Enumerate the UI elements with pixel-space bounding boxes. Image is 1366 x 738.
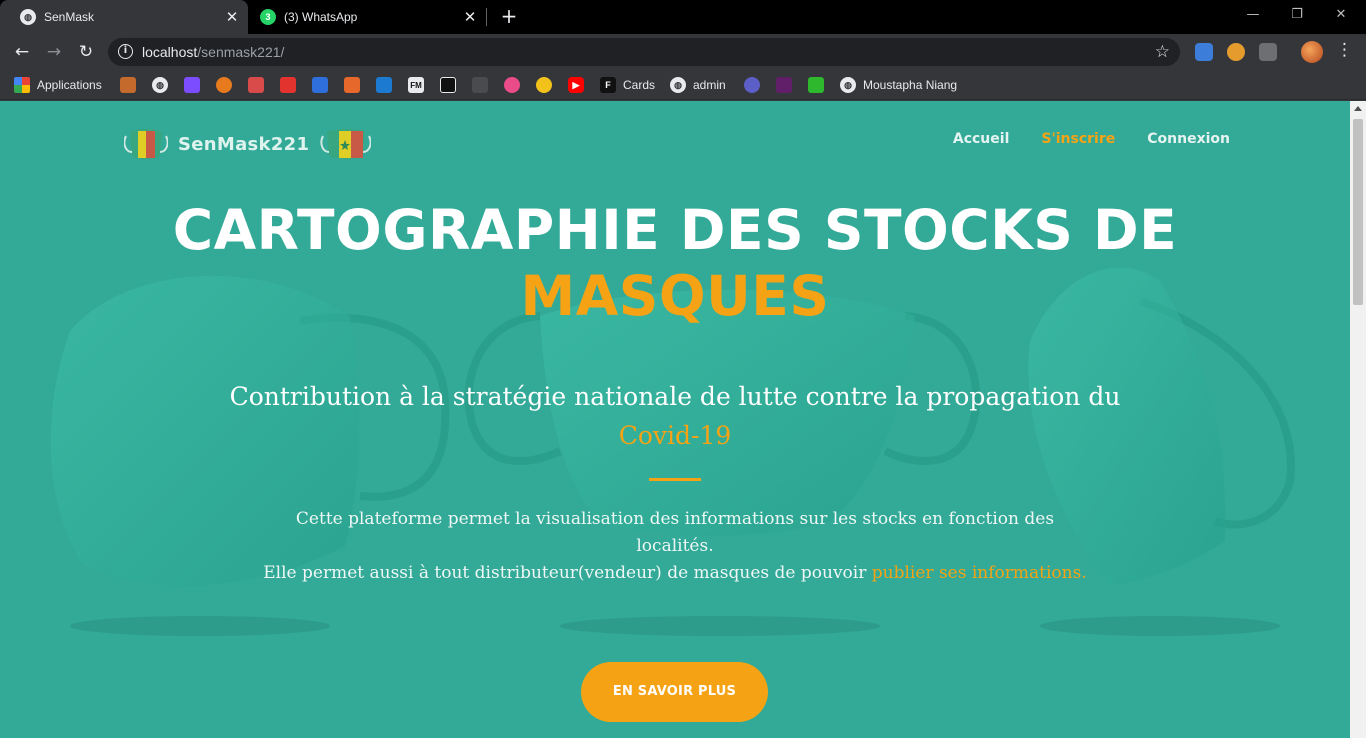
url-text: localhost/senmask221/ <box>142 44 285 60</box>
bookmark-icon <box>312 77 328 93</box>
bookmark-icon <box>472 77 488 93</box>
slack-icon <box>776 77 792 93</box>
extension-icon[interactable] <box>1195 43 1213 61</box>
bookmark-item[interactable] <box>776 76 792 94</box>
fm-icon: FM <box>408 77 424 93</box>
bookmark-icon <box>344 77 360 93</box>
globe-icon: ◍ <box>152 77 168 93</box>
tab-title: SenMask <box>44 10 95 24</box>
tab-senmask[interactable]: ◍ SenMask ✕ <box>0 0 248 34</box>
extension-icon[interactable] <box>1259 43 1277 61</box>
publish-link[interactable]: publier ses informations. <box>872 563 1087 583</box>
bookmark-item[interactable]: ◍ <box>152 76 168 94</box>
bookmark-icon <box>808 77 824 93</box>
whatsapp-icon: 3 <box>260 9 276 25</box>
avatar[interactable] <box>1301 41 1323 63</box>
bookmark-item[interactable] <box>184 76 200 94</box>
scrollbar-thumb[interactable] <box>1353 119 1363 305</box>
subtitle-accent: Covid-19 <box>618 421 732 450</box>
bookmark-item[interactable] <box>280 76 296 94</box>
hero-subtitle: Contribution à la stratégie nationale de… <box>200 377 1150 455</box>
bookmark-cards[interactable]: F Cards <box>600 76 655 94</box>
main-nav: Accueil S'inscrire Connexion <box>921 131 1230 147</box>
dribbble-icon <box>504 77 520 93</box>
close-icon[interactable]: ✕ <box>458 8 482 26</box>
bookmark-icon <box>184 77 200 93</box>
hero-title-accent: MASQUES <box>520 264 830 328</box>
page-scrollbar[interactable] <box>1350 101 1366 738</box>
forward-button[interactable]: → <box>42 40 66 64</box>
browser-toolbar: ← → ↻ i localhost/senmask221/ ☆ ⋮ <box>0 34 1366 70</box>
bookmark-item[interactable]: ▶ <box>568 76 584 94</box>
cards-icon: F <box>600 77 616 93</box>
bookmark-icon <box>120 77 136 93</box>
bookmark-icon <box>376 77 392 93</box>
hero-title-line: CARTOGRAPHIE DES STOCKS DE <box>172 198 1178 262</box>
hero-description: Cette plateforme permet la visualisation… <box>260 506 1090 587</box>
menu-icon[interactable]: ⋮ <box>1336 40 1353 60</box>
scroll-up-arrow-icon[interactable] <box>1354 106 1362 111</box>
address-bar[interactable]: i localhost/senmask221/ ☆ <box>108 38 1180 66</box>
bookmark-item[interactable] <box>312 76 328 94</box>
bookmark-icon <box>216 77 232 93</box>
globe-icon: ◍ <box>670 77 686 93</box>
bookmark-item[interactable] <box>440 76 456 94</box>
site-logo[interactable]: SenMask221 <box>124 121 372 167</box>
youtube-icon: ▶ <box>568 77 584 93</box>
bookmark-item[interactable] <box>536 76 552 94</box>
new-tab-button[interactable]: + <box>498 5 520 29</box>
hero-title: CARTOGRAPHIE DES STOCKS DE MASQUES <box>0 197 1350 329</box>
bookmark-item[interactable] <box>120 76 136 94</box>
page-viewport: SenMask221 Accueil S'inscrire Connexion … <box>0 101 1350 738</box>
bookmark-icon <box>248 77 264 93</box>
bookmark-item[interactable] <box>216 76 232 94</box>
reload-button[interactable]: ↻ <box>74 40 98 64</box>
bookmark-profile[interactable]: ◍ Moustapha Niang <box>840 76 957 94</box>
desc-line-1: Cette plateforme permet la visualisation… <box>295 509 1055 556</box>
bookmark-item[interactable] <box>808 76 824 94</box>
nav-connexion[interactable]: Connexion <box>1147 131 1230 147</box>
bookmark-icon <box>536 77 552 93</box>
bookmark-apps[interactable]: Applications <box>14 76 102 94</box>
tab-separator <box>486 8 487 26</box>
senegal-mask-icon <box>124 129 168 159</box>
nav-sinscrire[interactable]: S'inscrire <box>1041 131 1115 147</box>
globe-icon: ◍ <box>840 77 856 93</box>
browser-tab-strip: ◍ SenMask ✕ 3 (3) WhatsApp ✕ + — ❐ ✕ <box>0 0 1366 34</box>
tab-whatsapp[interactable]: 3 (3) WhatsApp ✕ <box>250 0 486 34</box>
bookmark-item[interactable] <box>344 76 360 94</box>
bookmark-admin[interactable]: ◍ admin <box>670 76 726 94</box>
nav-accueil[interactable]: Accueil <box>953 131 1010 147</box>
bookmark-item[interactable] <box>248 76 264 94</box>
subtitle-text: Contribution à la stratégie nationale de… <box>229 382 1121 411</box>
bookmark-icon <box>744 77 760 93</box>
bookmark-item[interactable] <box>472 76 488 94</box>
bookmark-item[interactable] <box>744 76 760 94</box>
back-button[interactable]: ← <box>10 40 34 64</box>
bookmark-icon <box>280 77 296 93</box>
learn-more-button[interactable]: EN SAVOIR PLUS <box>581 662 768 722</box>
tab-title: (3) WhatsApp <box>284 10 358 24</box>
apps-grid-icon <box>14 77 30 93</box>
extension-icon[interactable] <box>1227 43 1245 61</box>
senegal-mask-icon <box>320 129 372 159</box>
close-icon[interactable]: ✕ <box>220 8 244 26</box>
restore-button[interactable]: ❐ <box>1274 0 1320 30</box>
bookmark-item[interactable] <box>376 76 392 94</box>
star-icon[interactable]: ☆ <box>1155 42 1170 62</box>
info-icon[interactable]: i <box>118 44 133 59</box>
bookmark-icon <box>440 77 456 93</box>
close-window-button[interactable]: ✕ <box>1318 0 1364 30</box>
globe-icon: ◍ <box>20 9 36 25</box>
minimize-button[interactable]: — <box>1230 0 1276 30</box>
brand-name: SenMask221 <box>178 133 310 155</box>
divider <box>649 478 701 481</box>
bookmarks-bar: Applications ◍ FM ▶ F Cards ◍ admin ◍ Mo… <box>0 70 1366 100</box>
bookmark-fm[interactable]: FM <box>408 76 424 94</box>
bookmark-item[interactable] <box>504 76 520 94</box>
desc-line-2: Elle permet aussi à tout distributeur(ve… <box>263 563 867 583</box>
